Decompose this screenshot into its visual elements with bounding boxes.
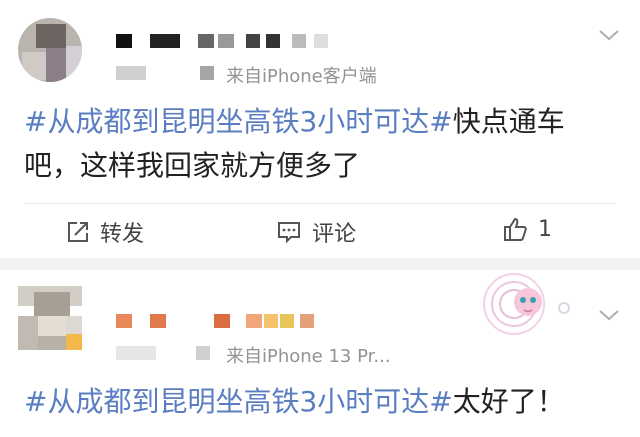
post-source: 来自iPhone 13 Pr...	[226, 346, 391, 367]
comment-button[interactable]: 评论	[276, 216, 356, 248]
like-button[interactable]: 1	[502, 216, 552, 242]
post-source: 来自iPhone客户端	[226, 66, 377, 87]
divider	[24, 203, 616, 204]
like-icon	[504, 217, 527, 241]
hashtag-link[interactable]: #从成都到昆明坐高铁3小时可达#	[24, 105, 453, 138]
hashtag-link[interactable]: #从成都到昆明坐高铁3小时可达#	[24, 385, 453, 418]
post-card-2: 来自iPhone 13 Pr... #从成都到昆明坐高铁3小时可达#太好了！	[0, 270, 640, 437]
post-content: #从成都到昆明坐高铁3小时可达#太好了！	[24, 380, 604, 424]
avatar[interactable]	[18, 18, 82, 82]
comment-label: 评论	[312, 222, 357, 247]
pendant-sticker	[483, 273, 570, 335]
post-card-1: 来自iPhone客户端 #从成都到昆明坐高铁3小时可达#快点通车吧，这样我回家就…	[0, 0, 640, 265]
chevron-down-icon[interactable]	[598, 28, 620, 42]
repost-icon	[68, 222, 88, 242]
chevron-down-icon[interactable]	[598, 308, 620, 322]
repost-button[interactable]: 转发	[66, 216, 144, 248]
repost-label: 转发	[100, 222, 145, 247]
avatar[interactable]	[18, 286, 82, 350]
section-gap	[0, 258, 640, 270]
like-count: 1	[538, 216, 552, 242]
comment-icon	[278, 222, 300, 244]
post-content: #从成都到昆明坐高铁3小时可达#快点通车吧，这样我回家就方便多了	[24, 100, 604, 188]
post-text: 太好了！	[452, 385, 565, 418]
